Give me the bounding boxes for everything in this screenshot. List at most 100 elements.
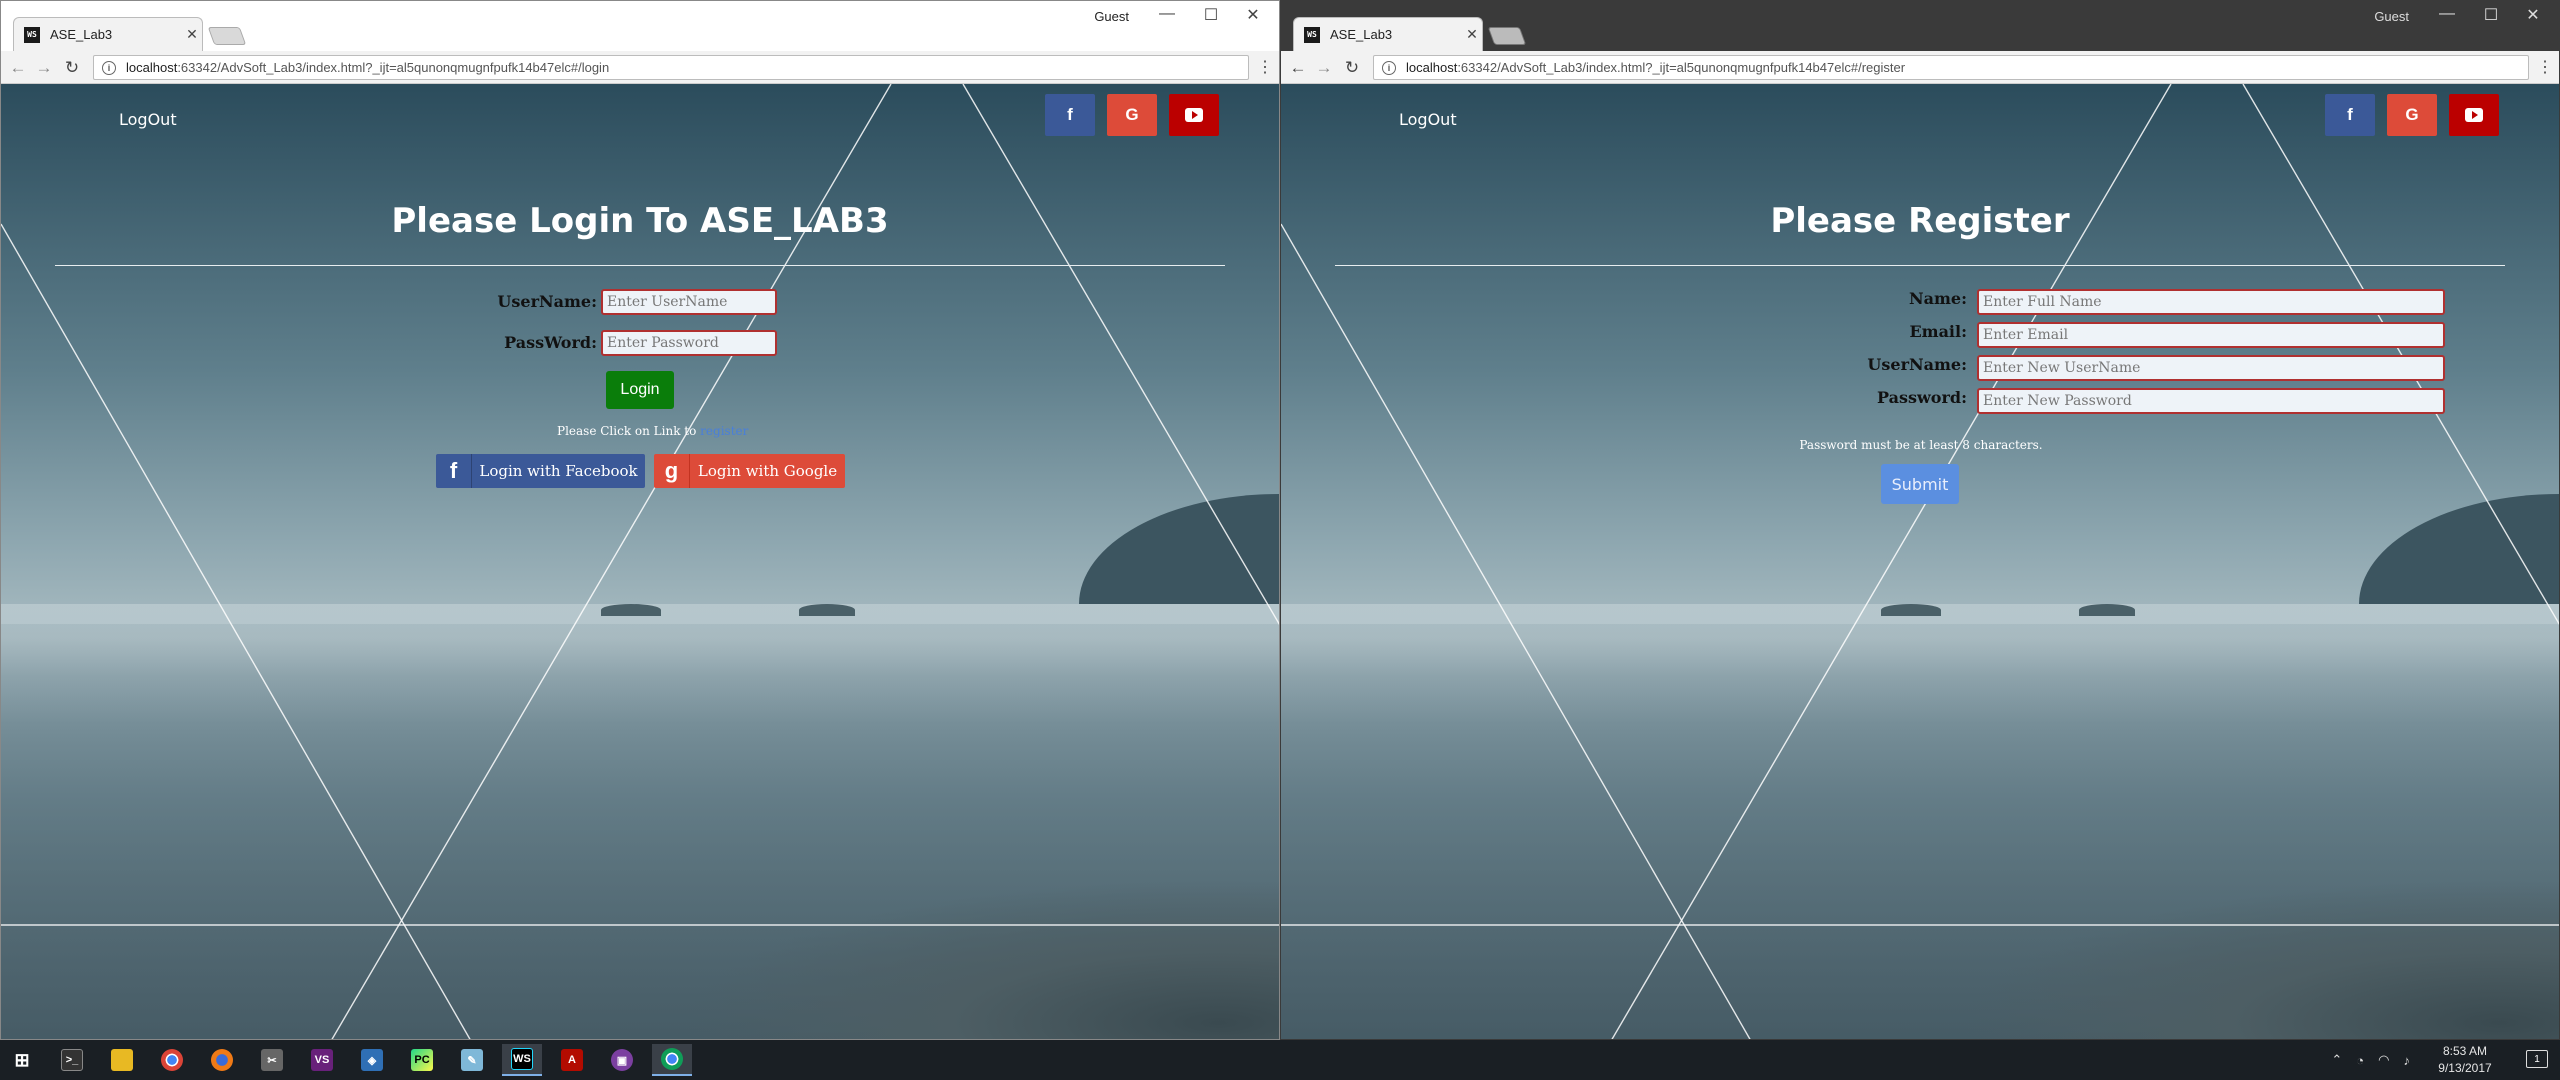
address-bar[interactable]: i localhost:63342/AdvSoft_Lab3/index.htm… [1373,55,2529,80]
login-with-facebook-button[interactable]: f Login with Facebook [436,454,645,488]
pycharm-icon[interactable]: PC [402,1044,442,1076]
browser-toolbar: ← → ↻ i localhost:63342/AdvSoft_Lab3/ind… [1,51,1279,84]
new-tab-button[interactable] [207,27,247,45]
info-icon[interactable]: i [102,60,116,75]
back-arrow-icon[interactable]: ← [7,57,29,79]
youtube-icon[interactable] [2449,94,2499,136]
chevron-up-icon[interactable]: ⌃ [2331,1052,2342,1068]
minimize-icon[interactable]: — [1145,5,1189,29]
email-input[interactable] [1977,322,2445,348]
webstorm-logo-icon: WS [511,1048,533,1070]
facebook-icon[interactable]: f [1045,94,1095,136]
vs-logo-icon: VS [311,1049,333,1071]
google-icon[interactable]: G [1107,94,1157,136]
reload-icon[interactable]: ↻ [1341,57,1363,79]
chrome-active-icon[interactable] [652,1044,692,1076]
webstorm-favicon-icon: WS [24,26,40,43]
login-with-google-button[interactable]: g Login with Google [654,454,845,488]
network-icon[interactable]: ◈ [352,1044,392,1076]
close-icon[interactable]: ✕ [1231,5,1275,29]
address-bar[interactable]: i localhost:63342/AdvSoft_Lab3/index.htm… [93,55,1249,80]
clock-time: 8:53 AM [2442,1044,2488,1058]
url-path: :63342/AdvSoft_Lab3/index.html?_ijt=al5q… [177,60,610,75]
tab-close-icon[interactable]: ✕ [182,26,202,43]
start-icon[interactable]: ⊞ [2,1044,42,1076]
guest-profile-label[interactable]: Guest [2374,9,2409,24]
facebook-icon[interactable]: f [2325,94,2375,136]
terminal-icon[interactable]: >_ [52,1044,92,1076]
file-explorer-icon[interactable] [102,1044,142,1076]
url-host: localhost [1406,60,1458,75]
windows-logo-icon: ⊞ [14,1049,30,1070]
firefox-icon[interactable] [202,1044,242,1076]
password-input[interactable] [1977,388,2445,414]
new-tab-button[interactable] [1487,27,1527,45]
page-viewport: LogOut f G Please Register Name: Email: … [1281,84,2559,1039]
info-icon[interactable]: i [1382,60,1396,75]
google-icon[interactable]: G [2387,94,2437,136]
pycharm-logo-icon: PC [411,1049,433,1071]
title-bar: WS ASE_Lab3 ✕ Guest — ☐ ✕ [1281,1,2559,51]
maximize-icon[interactable]: ☐ [2469,5,2513,29]
password-hint: Password must be at least 8 characters. [1799,438,2043,452]
register-link[interactable]: register [700,424,748,438]
close-icon[interactable]: ✕ [2511,5,2555,29]
tab-title: ASE_Lab3 [1330,27,1393,42]
guest-profile-label[interactable]: Guest [1094,9,1129,24]
browser-tab[interactable]: WS ASE_Lab3 ✕ [1293,17,1483,51]
minimize-icon[interactable]: — [2425,5,2469,29]
submit-button[interactable]: Submit [1881,464,1959,504]
menu-dots-icon[interactable]: ⋮ [2537,57,2553,79]
system-clock[interactable]: 8:53 AM 9/13/2017 [2430,1043,2500,1077]
password-label: Password: [1877,388,1967,407]
title-divider [55,265,1225,266]
page-title: Please Register [1770,201,2070,241]
facebook-icon: f [436,454,472,488]
forward-arrow-icon[interactable]: → [33,57,55,79]
windows-taskbar: ⊞ >_ ✂ VS ◈ PC ✎ WS A ▣ ⌃ ◔ ◠ ♪ 8:53 AM … [0,1040,2560,1080]
browser-toolbar: ← → ↻ i localhost:63342/AdvSoft_Lab3/ind… [1281,51,2559,84]
title-bar: WS ASE_Lab3 ✕ Guest — ☐ ✕ [1,1,1279,51]
maximize-icon[interactable]: ☐ [1189,5,1233,29]
browser-tab[interactable]: WS ASE_Lab3 ✕ [13,17,203,51]
browser-window-register: WS ASE_Lab3 ✕ Guest — ☐ ✕ ← → ↻ i localh… [1280,0,2560,1040]
network-status-icon[interactable]: ◔ [2356,1053,2364,1068]
username-label: UserName: [497,292,597,311]
forward-arrow-icon[interactable]: → [1313,57,1335,79]
webstorm-icon[interactable]: WS [502,1044,542,1076]
username-input[interactable] [601,289,777,315]
username-input[interactable] [1977,355,2445,381]
logout-link[interactable]: LogOut [119,110,177,129]
tab-close-icon[interactable]: ✕ [1462,26,1482,43]
menu-dots-icon[interactable]: ⋮ [1257,57,1273,79]
clock-date: 9/13/2017 [2438,1061,2492,1075]
logout-link[interactable]: LogOut [1399,110,1457,129]
tools-glyph-icon: ✂ [261,1049,283,1071]
tools-icon[interactable]: ✂ [252,1044,292,1076]
chrome-icon[interactable] [152,1044,192,1076]
system-tray: ⌃ ◔ ◠ ♪ [2331,1040,2410,1080]
notification-icon[interactable]: 1 [2526,1050,2548,1068]
firefox-logo-icon [211,1049,233,1071]
name-input[interactable] [1977,289,2445,315]
acrobat-icon[interactable]: A [552,1044,592,1076]
folder-icon [111,1049,133,1071]
back-arrow-icon[interactable]: ← [1287,57,1309,79]
wifi-icon[interactable]: ◠ [2378,1052,2389,1068]
youtube-play-icon [2465,108,2483,122]
username-label: UserName: [1867,355,1967,374]
visual-studio-icon[interactable]: VS [302,1044,342,1076]
acrobat-logo-icon: A [561,1049,583,1071]
notepad-icon[interactable]: ✎ [452,1044,492,1076]
google-button-label: Login with Google [697,462,838,480]
reload-icon[interactable]: ↻ [61,57,83,79]
tab-title: ASE_Lab3 [50,27,113,42]
password-input[interactable] [601,330,777,356]
media-icon[interactable]: ▣ [602,1044,642,1076]
google-icon: g [654,454,690,488]
youtube-icon[interactable] [1169,94,1219,136]
name-label: Name: [1908,289,1967,308]
login-button[interactable]: Login [606,371,674,409]
title-divider [1335,265,2505,266]
volume-icon[interactable]: ♪ [2404,1053,2411,1068]
